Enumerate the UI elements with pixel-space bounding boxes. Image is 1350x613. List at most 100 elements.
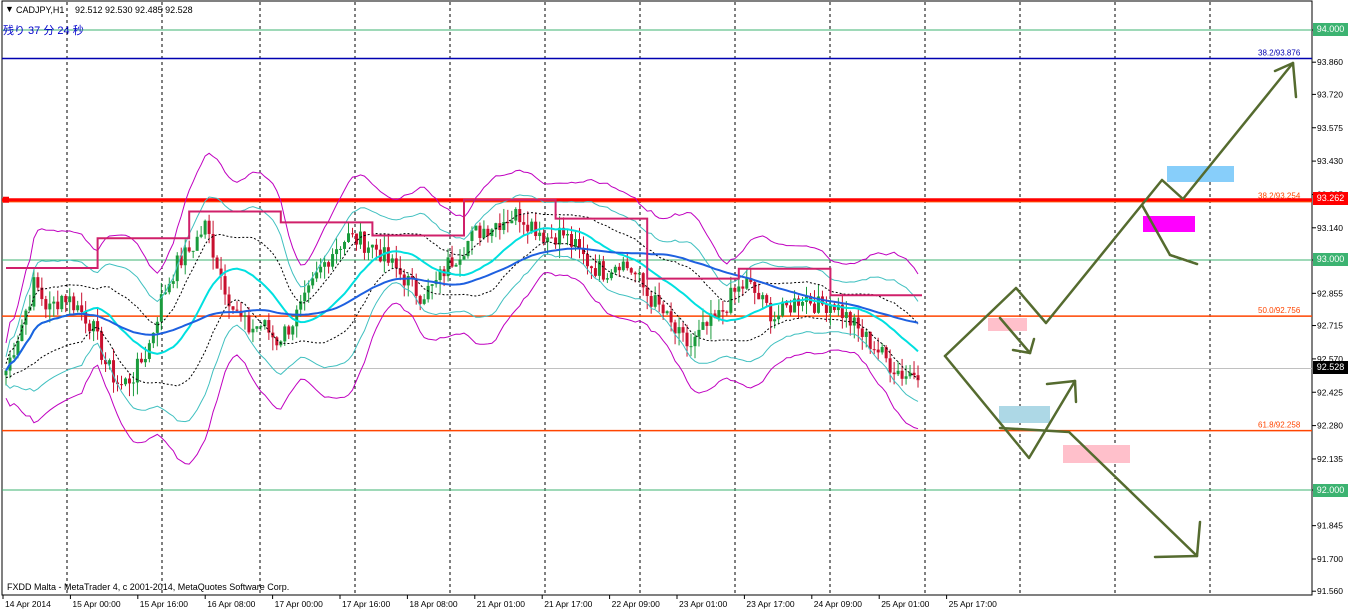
candle-body <box>812 303 816 313</box>
candle-body <box>247 315 251 333</box>
candle-body <box>303 292 307 302</box>
candle-body <box>868 331 872 350</box>
candle-body <box>243 315 247 317</box>
candle-body <box>123 378 127 385</box>
candle-body <box>199 234 203 237</box>
candle-body <box>689 346 693 348</box>
candle-body <box>872 349 876 351</box>
x-tick-label: 22 Apr 09:00 <box>612 599 660 609</box>
candle-body <box>295 309 299 327</box>
candle-body <box>876 349 880 353</box>
chart-window[interactable]: 38.2/93.876 38.2/93.254 50.0/92.756 61.8/92… <box>0 0 1350 613</box>
candle-body <box>657 295 661 305</box>
candle-body <box>418 295 422 304</box>
candle-body <box>761 295 765 300</box>
price-chart[interactable]: 38.2/93.87638.2/93.25450.0/92.75661.8/92… <box>0 0 1350 613</box>
candle-body <box>100 331 104 360</box>
y-tick-label: 92.715 <box>1317 321 1343 331</box>
candle-body <box>550 237 554 239</box>
candle-body <box>223 276 227 295</box>
candle-body <box>255 326 259 329</box>
candle-body <box>514 209 518 221</box>
candle-body <box>653 295 657 307</box>
candle-body <box>577 239 581 248</box>
candle-body <box>912 372 916 376</box>
y-tick-label: 92.280 <box>1317 421 1343 431</box>
candle-body <box>358 231 362 245</box>
price-badge-current: 92.528 <box>1313 361 1348 374</box>
candle-body <box>737 286 741 292</box>
candle-body <box>183 247 187 266</box>
candle-body <box>892 372 896 375</box>
candle-body <box>52 301 56 304</box>
candle-body <box>629 268 633 273</box>
candle-body <box>721 310 725 312</box>
x-tick-label: 21 Apr 17:00 <box>544 599 592 609</box>
candle-body <box>605 278 609 280</box>
candle-body <box>673 322 677 334</box>
candle-body <box>888 358 892 373</box>
candle-body <box>860 328 864 337</box>
y-tick-label: 91.560 <box>1317 586 1343 596</box>
candle-body <box>490 229 494 237</box>
candle-body <box>422 299 426 304</box>
x-tick-label: 17 Apr 00:00 <box>275 599 323 609</box>
candle-body <box>171 281 175 284</box>
candle-body <box>637 273 641 275</box>
copyright-text: FXDD Malta - MetaTrader 4, c 2001-2014, … <box>7 582 290 592</box>
candle-body <box>773 319 777 322</box>
candle-body <box>374 244 378 250</box>
candle-body <box>430 284 434 286</box>
candle-body <box>753 281 757 293</box>
candle-body <box>777 315 781 320</box>
candle-body <box>311 278 315 286</box>
candle-body <box>394 258 398 269</box>
candle-body <box>510 220 514 224</box>
candle-body <box>486 228 490 237</box>
candle-body <box>585 254 589 267</box>
candle-body <box>315 272 319 279</box>
bullish-scenario-arrow <box>943 61 1295 358</box>
candle-body <box>502 222 506 231</box>
candle-body <box>402 274 406 286</box>
zone-pink-small <box>988 318 1027 331</box>
fib-label: 50.0/92.756 <box>1258 306 1301 315</box>
candle-body <box>601 261 605 280</box>
window-menu-icon[interactable]: ▼ <box>5 4 14 14</box>
bollinger-mid-lower <box>5 253 919 423</box>
candle-body <box>139 358 143 363</box>
candle-body <box>231 306 235 310</box>
candle-body <box>60 295 64 310</box>
candle-body <box>824 304 828 313</box>
candle-body <box>765 295 769 303</box>
candle-body <box>904 376 908 379</box>
candle-body <box>24 310 28 325</box>
candle-body <box>235 309 239 311</box>
x-tick-label: 24 Apr 09:00 <box>814 599 862 609</box>
candle-body <box>259 326 263 328</box>
candle-body <box>530 221 534 232</box>
x-tick-label: 17 Apr 16:00 <box>342 599 390 609</box>
candle-body <box>56 301 60 310</box>
candle-body <box>283 326 287 342</box>
candle-body <box>458 259 462 265</box>
candle-body <box>131 382 135 384</box>
candle-body <box>386 247 390 263</box>
candle-body <box>64 295 68 303</box>
x-tick-label: 15 Apr 16:00 <box>140 599 188 609</box>
candle-body <box>546 237 550 242</box>
candle-body <box>717 310 721 318</box>
candle-body <box>68 296 72 303</box>
candle-body <box>335 249 339 255</box>
y-tick-label: 91.700 <box>1317 554 1343 564</box>
candle-body <box>36 277 40 288</box>
candle-body <box>649 296 653 307</box>
x-tick-label: 14 Apr 2014 <box>5 599 51 609</box>
candle-body <box>466 240 470 257</box>
candle-body <box>669 311 673 323</box>
y-tick-label: 92.855 <box>1317 288 1343 298</box>
target-zone-blue <box>1167 166 1234 182</box>
candle-body <box>789 305 793 313</box>
y-tick-label: 92.135 <box>1317 454 1343 464</box>
candle-body <box>705 322 709 326</box>
